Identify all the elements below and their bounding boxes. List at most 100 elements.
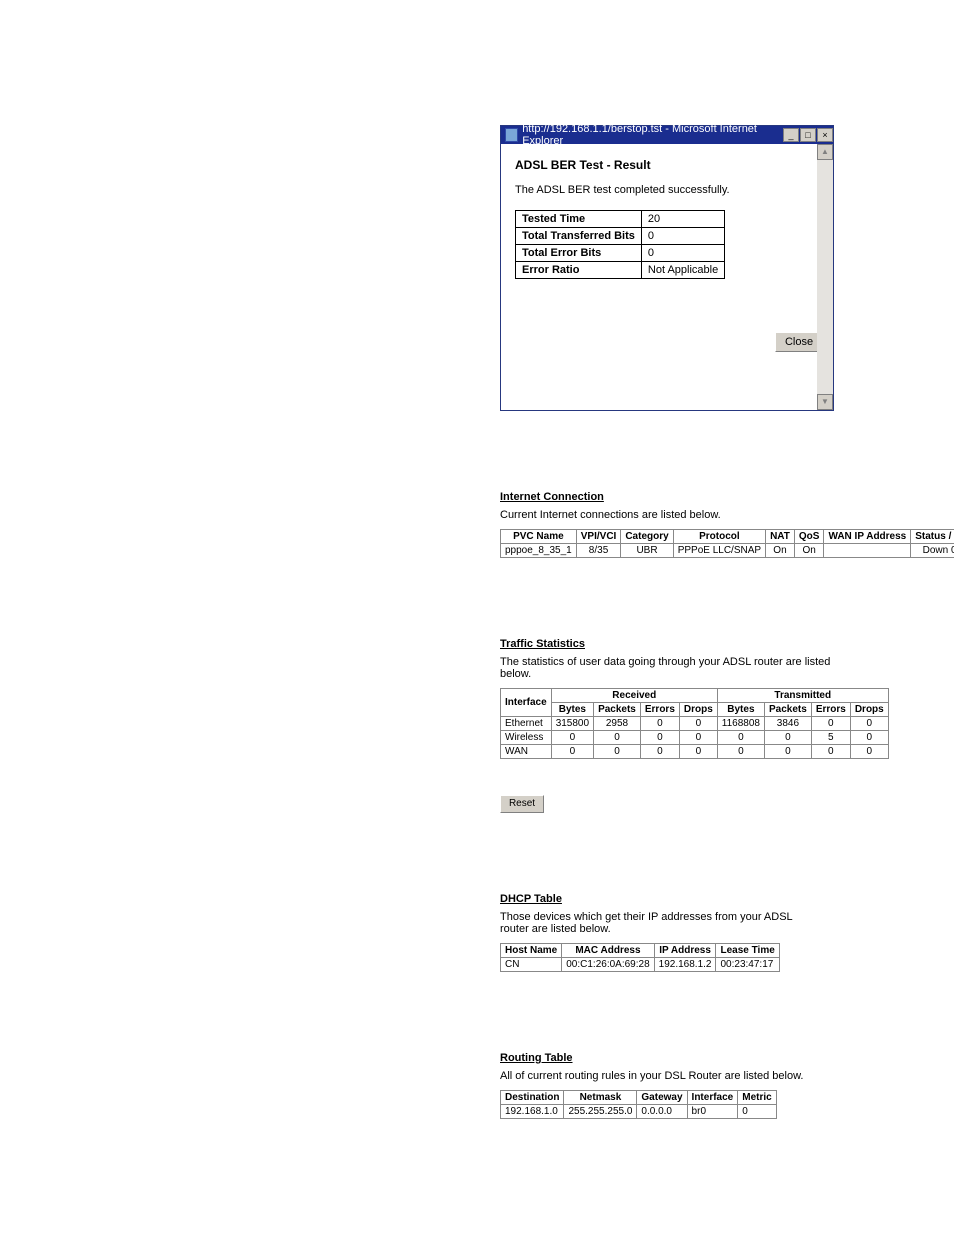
table-row: Total Transferred Bits0: [516, 228, 725, 245]
iface-cell: Ethernet: [501, 717, 552, 731]
ber-value: 0: [641, 228, 724, 245]
col-header: QoS: [794, 530, 824, 544]
routing-section: Routing Table All of current routing rul…: [500, 1052, 834, 1119]
scroll-up-button[interactable]: ▲: [817, 144, 833, 160]
col-header: Packets: [594, 703, 641, 717]
reset-button[interactable]: Reset: [500, 795, 544, 813]
cell: 0: [551, 745, 593, 759]
col-header: Transmitted: [717, 689, 888, 703]
table-row: CN 00:C1:26:0A:69:28 192.168.1.2 00:23:4…: [501, 958, 780, 972]
col-header: Interface: [687, 1091, 738, 1105]
vertical-scrollbar[interactable]: ▲ ▼: [817, 144, 833, 410]
col-header: Netmask: [564, 1091, 637, 1105]
page-heading: ADSL BER Test - Result: [515, 158, 819, 172]
cell: 0: [551, 731, 593, 745]
cell: 0: [765, 731, 812, 745]
routing-table: Destination Netmask Gateway Interface Me…: [500, 1090, 777, 1119]
cell: 5: [811, 731, 850, 745]
cell: 255.255.255.0: [564, 1105, 637, 1119]
col-header: Interface: [501, 689, 552, 717]
cell: 192.168.1.0: [501, 1105, 564, 1119]
internet-section: Internet Connection Current Internet con…: [500, 491, 834, 558]
col-header: Bytes: [717, 703, 764, 717]
close-window-button[interactable]: ×: [817, 128, 833, 142]
cell: CN: [501, 958, 562, 972]
cell: 0: [717, 745, 764, 759]
header-row: PVC Name VPI/VCI Category Protocol NAT Q…: [501, 530, 954, 544]
cell: 0: [850, 731, 888, 745]
ber-label: Total Error Bits: [516, 245, 642, 262]
col-header: Received: [551, 689, 717, 703]
cell: br0: [687, 1105, 738, 1119]
section-desc: Current Internet connections are listed …: [500, 509, 834, 521]
table-row: WAN 0 0 0 0 0 0 0 0: [501, 745, 889, 759]
col-header: MAC Address: [562, 944, 654, 958]
cell: 0: [594, 731, 641, 745]
cell: 0: [811, 717, 850, 731]
result-message: The ADSL BER test completed successfully…: [515, 184, 819, 196]
restore-button[interactable]: □: [800, 128, 816, 142]
ber-value: 0: [641, 245, 724, 262]
ber-window: http://192.168.1.1/berstop.tst - Microso…: [500, 125, 834, 411]
dhcp-section: DHCP Table Those devices which get their…: [500, 893, 834, 972]
col-header: Bytes: [551, 703, 593, 717]
cell: 0: [679, 717, 717, 731]
table-row: Tested Time20: [516, 211, 725, 228]
section-title: DHCP Table: [500, 893, 834, 905]
col-header: Status / Online Time: [911, 530, 954, 544]
section-title: Internet Connection: [500, 491, 834, 503]
minimize-button[interactable]: _: [783, 128, 799, 142]
col-header: Drops: [850, 703, 888, 717]
col-header: Metric: [738, 1091, 776, 1105]
cell: 0: [765, 745, 812, 759]
cell: 00:C1:26:0A:69:28: [562, 958, 654, 972]
col-header: VPI/VCI: [576, 530, 621, 544]
header-row: Destination Netmask Gateway Interface Me…: [501, 1091, 777, 1105]
cell: On: [794, 544, 824, 558]
cell: 0: [594, 745, 641, 759]
ber-label: Total Transferred Bits: [516, 228, 642, 245]
col-header: Destination: [501, 1091, 564, 1105]
cell: 8/35: [576, 544, 621, 558]
table-row: Error RatioNot Applicable: [516, 262, 725, 279]
cell: 0: [679, 731, 717, 745]
traffic-table: Interface Received Transmitted Bytes Pac…: [500, 688, 889, 759]
cell: 0: [850, 745, 888, 759]
section-title: Traffic Statistics: [500, 638, 834, 650]
col-header: Gateway: [637, 1091, 687, 1105]
col-header: Drops: [679, 703, 717, 717]
ber-value: 20: [641, 211, 724, 228]
traffic-section: Traffic Statistics The statistics of use…: [500, 638, 834, 813]
col-header: Errors: [640, 703, 679, 717]
cell: Down 00:00:00:00: [911, 544, 954, 558]
cell: 0: [640, 745, 679, 759]
dialog-body: ADSL BER Test - Result The ADSL BER test…: [501, 144, 833, 410]
table-row: Wireless 0 0 0 0 0 0 5 0: [501, 731, 889, 745]
ber-value: Not Applicable: [641, 262, 724, 279]
cell: 0: [640, 731, 679, 745]
ie-icon: [505, 128, 518, 142]
section-desc: The statistics of user data going throug…: [500, 656, 834, 680]
header-row: Host Name MAC Address IP Address Lease T…: [501, 944, 780, 958]
section-desc: All of current routing rules in your DSL…: [500, 1070, 834, 1082]
ber-label: Error Ratio: [516, 262, 642, 279]
col-header: Protocol: [673, 530, 765, 544]
close-button[interactable]: Close: [775, 332, 823, 352]
internet-table: PVC Name VPI/VCI Category Protocol NAT Q…: [500, 529, 954, 558]
cell: 315800: [551, 717, 593, 731]
col-header: IP Address: [654, 944, 716, 958]
cell: 00:23:47:17: [716, 958, 779, 972]
header-row: Interface Received Transmitted: [501, 689, 889, 703]
cell: 0.0.0.0: [637, 1105, 687, 1119]
cell: 0: [738, 1105, 776, 1119]
scroll-down-button[interactable]: ▼: [817, 394, 833, 410]
col-header: Lease Time: [716, 944, 779, 958]
table-row: 192.168.1.0 255.255.255.0 0.0.0.0 br0 0: [501, 1105, 777, 1119]
cell: On: [766, 544, 795, 558]
cell: 0: [640, 717, 679, 731]
titlebar: http://192.168.1.1/berstop.tst - Microso…: [501, 126, 833, 144]
iface-cell: WAN: [501, 745, 552, 759]
col-header: NAT: [766, 530, 795, 544]
cell: 192.168.1.2: [654, 958, 716, 972]
table-row: Total Error Bits0: [516, 245, 725, 262]
